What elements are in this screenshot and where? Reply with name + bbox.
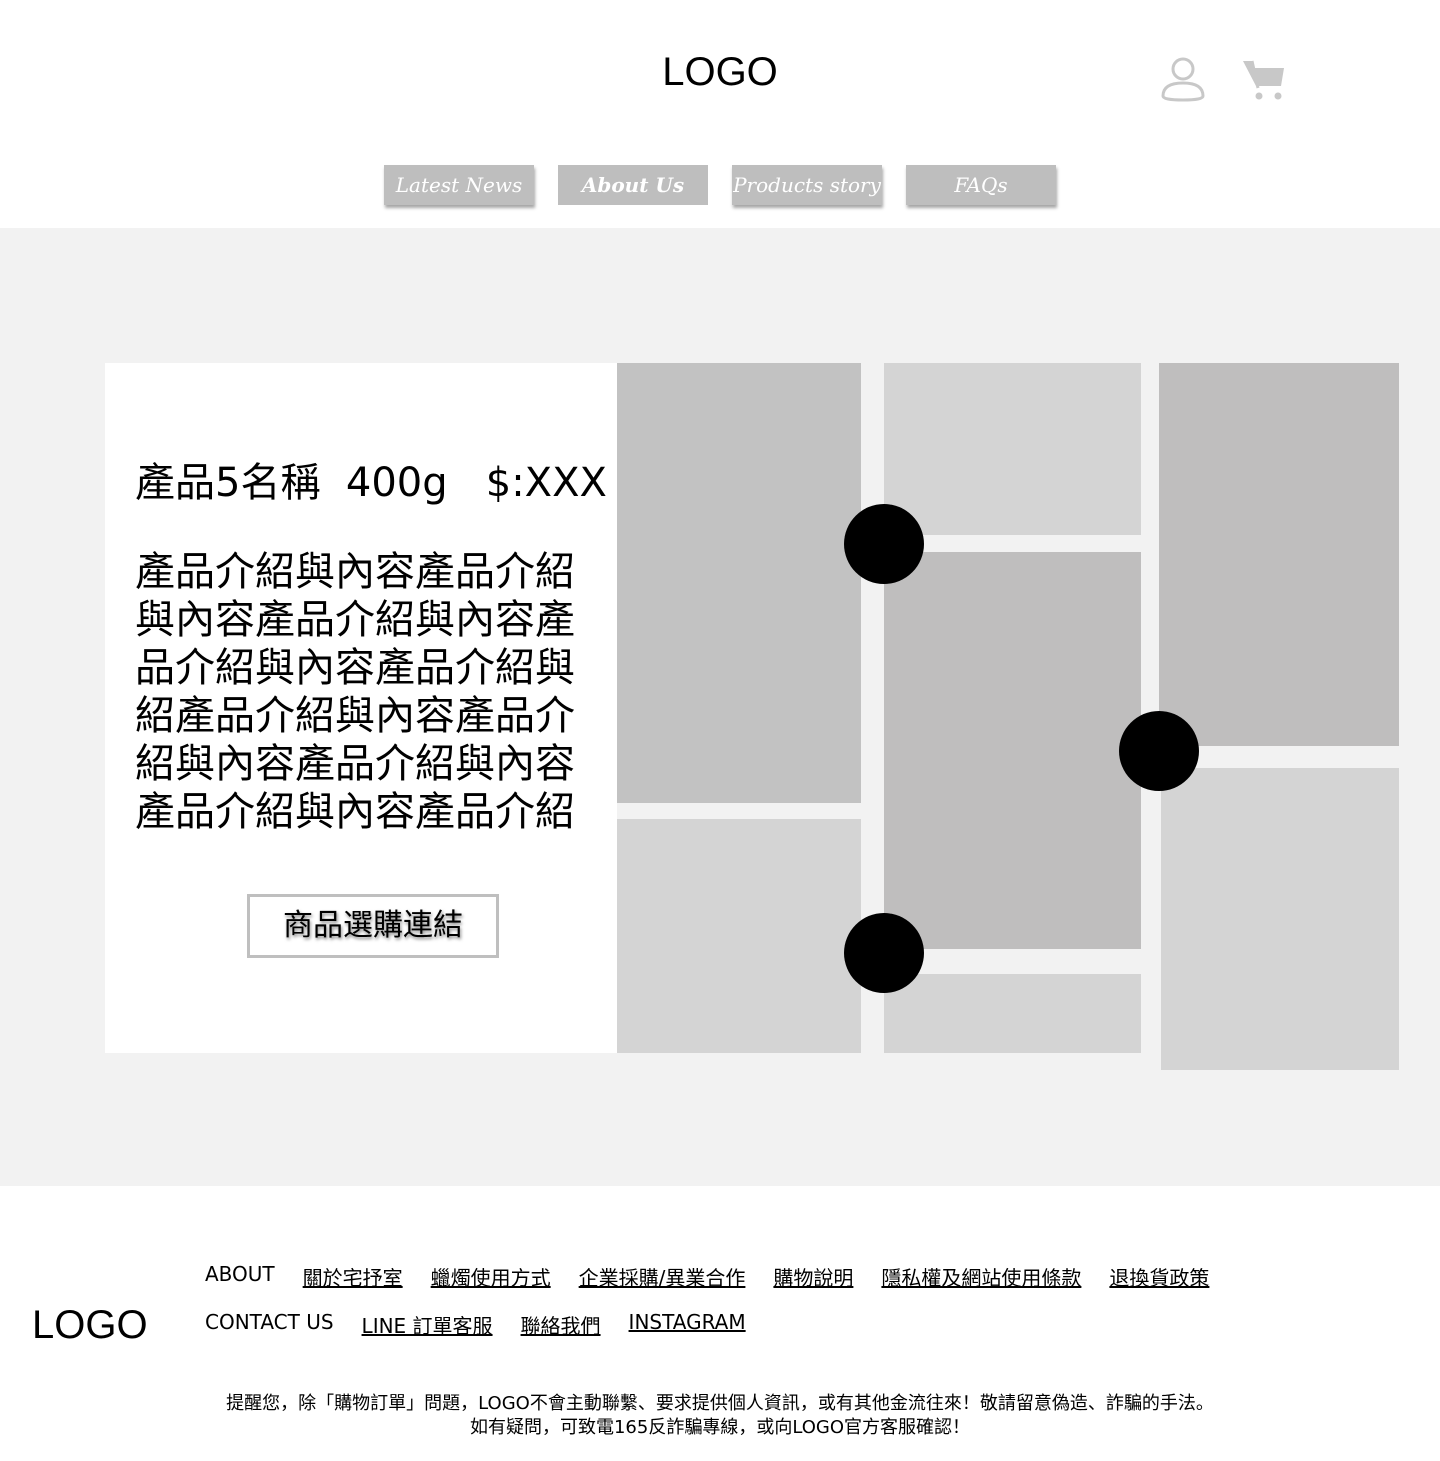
buy-link-button[interactable]: 商品選購連結 (247, 894, 499, 958)
footer-link-instagram[interactable]: INSTAGRAM (629, 1310, 746, 1339)
footer-link-privacy-terms[interactable]: 隱私權及網站使用條款 (881, 1262, 1081, 1291)
image-placeholder (617, 819, 861, 1053)
fraud-notice-line-2: 如有疑問，可致電165反詐騙專線，或向LOGO官方客服確認！ (469, 1417, 971, 1438)
footer-link-return-policy[interactable]: 退換貨政策 (1109, 1262, 1209, 1291)
header-logo[interactable]: LOGO (0, 50, 1440, 95)
product-title: 產品5名稱 400g $:XXX (135, 460, 607, 506)
cart-icon[interactable] (1240, 56, 1288, 102)
fraud-notice: 提醒您，除「購物訂單」問題，LOGO不會主動聯繫、要求提供個人資訊，或有其他金流… (0, 1392, 1440, 1440)
image-placeholder (884, 552, 1141, 949)
hotspot-dot[interactable] (844, 504, 924, 584)
tab-latest-news[interactable]: Latest News (384, 165, 534, 205)
main-nav: Latest News About Us Products story FAQs (0, 165, 1440, 205)
footer-link-candle-usage[interactable]: 蠟燭使用方式 (431, 1262, 551, 1291)
tab-products-story[interactable]: Products story (732, 165, 882, 205)
footer-contact-row: CONTACT US LINE 訂單客服 聯絡我們 INSTAGRAM (205, 1310, 746, 1339)
footer-link-line-service[interactable]: LINE 訂單客服 (362, 1310, 493, 1339)
footer-about-row: ABOUT 關於宅抒室 蠟燭使用方式 企業採購/異業合作 購物說明 隱私權及網站… (205, 1262, 1209, 1291)
image-placeholder (1161, 768, 1399, 1070)
footer-link-business-purchase[interactable]: 企業採購/異業合作 (579, 1262, 746, 1291)
footer-link-contact-us[interactable]: 聯絡我們 (521, 1310, 601, 1339)
footer-link-about-studio[interactable]: 關於宅抒室 (303, 1262, 403, 1291)
image-placeholder (1159, 363, 1399, 746)
tab-about-us[interactable]: About Us (558, 165, 708, 205)
image-placeholder (884, 363, 1141, 535)
image-placeholder (617, 363, 861, 803)
hotspot-dot[interactable] (844, 913, 924, 993)
footer-about-heading: ABOUT (205, 1262, 275, 1286)
fraud-notice-line-1: 提醒您，除「購物訂單」問題，LOGO不會主動聯繫、要求提供個人資訊，或有其他金流… (226, 1393, 1214, 1414)
image-placeholder (884, 974, 1141, 1053)
footer-logo[interactable]: LOGO (32, 1303, 148, 1348)
product-description: 產品介紹與內容產品介紹與內容產品介紹與內容產品介紹與內容產品介紹與紹產品介紹與內… (135, 549, 575, 835)
tab-faqs[interactable]: FAQs (906, 165, 1056, 205)
hotspot-dot[interactable] (1119, 711, 1199, 791)
footer-link-shopping-guide[interactable]: 購物說明 (773, 1262, 853, 1291)
footer-contact-heading: CONTACT US (205, 1310, 334, 1334)
user-icon[interactable] (1160, 56, 1206, 102)
